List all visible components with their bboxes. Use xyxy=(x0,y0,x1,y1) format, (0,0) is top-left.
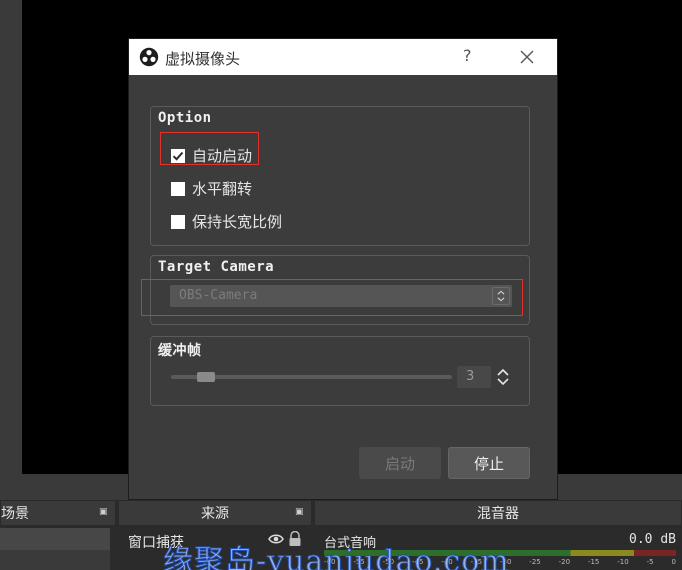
scene-list-item[interactable] xyxy=(0,528,110,550)
option-group: Option 自动启动 水平翻转 保持长宽比例 xyxy=(150,106,530,246)
keep-aspect-ratio-checkbox[interactable]: 保持长宽比例 xyxy=(171,211,282,232)
scene-list xyxy=(0,528,110,570)
watermark-text: 缘聚岛-yuanjudao.com xyxy=(163,544,510,570)
close-icon[interactable] xyxy=(519,49,535,65)
source-dock-header: 来源 ▣ xyxy=(118,500,312,526)
scale-tick: 0 xyxy=(671,558,676,566)
dialog-titlebar[interactable]: 虚拟摄像头 ? xyxy=(129,39,557,75)
target-camera-highlight xyxy=(141,279,523,316)
scale-tick: -25 xyxy=(529,558,541,566)
target-camera-group-title: Target Camera xyxy=(158,259,275,275)
slider-handle[interactable] xyxy=(197,372,215,382)
source-dock-title: 来源 xyxy=(201,506,229,522)
obs-logo-icon xyxy=(139,47,159,67)
buffer-frames-spinbox[interactable]: 3 xyxy=(457,366,513,388)
spin-arrows-icon[interactable] xyxy=(495,367,511,387)
scale-tick: -20 xyxy=(558,558,571,566)
scene-dock-header: 场景 ▣ xyxy=(0,500,116,526)
scale-tick: -10 xyxy=(617,558,629,566)
mixer-dock-title: 混音器 xyxy=(477,506,519,522)
buffer-frames-value: 3 xyxy=(466,369,475,384)
checkbox-unchecked-icon xyxy=(171,214,185,229)
auto-start-highlight xyxy=(160,132,259,165)
help-button[interactable]: ? xyxy=(463,46,472,65)
buffer-frames-group: 缓冲帧 3 xyxy=(150,336,530,406)
horizontal-flip-checkbox[interactable]: 水平翻转 xyxy=(171,178,252,199)
start-button[interactable]: 启动 xyxy=(359,447,441,479)
dialog-title: 虚拟摄像头 xyxy=(165,50,241,68)
keep-aspect-ratio-label: 保持长宽比例 xyxy=(192,213,283,231)
scale-tick: -5 xyxy=(646,558,654,566)
mixer-db-readout: 0.0 dB xyxy=(629,532,676,547)
buffer-frames-group-title: 缓冲帧 xyxy=(158,343,202,359)
checkbox-unchecked-icon xyxy=(171,181,185,196)
horizontal-flip-label: 水平翻转 xyxy=(192,180,253,198)
float-dock-icon[interactable]: ▣ xyxy=(99,507,109,517)
option-group-title: Option xyxy=(158,110,212,126)
virtual-camera-dialog: 虚拟摄像头 ? Option 自动启动 水平翻转 保持长宽比例 Target C… xyxy=(128,38,558,500)
float-dock-icon[interactable]: ▣ xyxy=(295,507,305,517)
stop-button[interactable]: 停止 xyxy=(448,447,530,479)
spinbox-field[interactable]: 3 xyxy=(457,366,491,388)
scale-tick: -15 xyxy=(587,558,600,566)
mixer-dock-header: 混音器 xyxy=(314,500,682,526)
scene-dock-title: 场景 xyxy=(1,506,29,522)
